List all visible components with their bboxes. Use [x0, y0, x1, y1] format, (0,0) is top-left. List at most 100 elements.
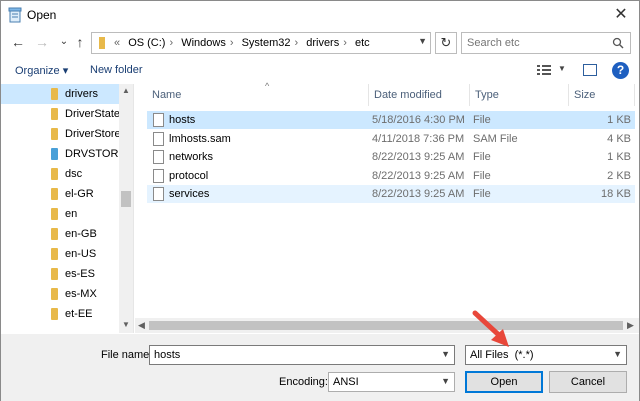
folder-icon: [51, 248, 58, 260]
cell-date: 8/22/2013 9:25 AM: [372, 151, 465, 163]
search-icon[interactable]: [612, 37, 624, 49]
nav-item-label: dsc: [65, 168, 83, 180]
file-icon: [153, 131, 164, 146]
scroll-thumb[interactable]: [121, 191, 131, 207]
address-bar[interactable]: « OS (C:) › Windows › System32 › drivers › e…: [91, 32, 431, 54]
forward-arrow-icon[interactable]: →: [33, 33, 51, 51]
breadcrumb-separator[interactable]: ›: [230, 37, 234, 49]
refresh-icon[interactable]: ↻: [435, 32, 457, 54]
chevron-down-icon[interactable]: ▼: [418, 36, 427, 46]
breadcrumb-separator[interactable]: ›: [294, 37, 298, 49]
nav-item-es-es[interactable]: es-ES: [1, 264, 119, 284]
chevron-down-icon[interactable]: ▼: [441, 376, 450, 386]
cell-date: 8/22/2013 9:25 AM: [372, 169, 465, 182]
breadcrumb-overflow[interactable]: «: [114, 37, 120, 49]
sort-ascending-icon: ^: [265, 81, 270, 91]
column-header-type[interactable]: Type: [470, 84, 569, 106]
breadcrumb-windows[interactable]: Windows: [181, 37, 226, 49]
nav-scrollbar[interactable]: ▲ ▼: [119, 84, 133, 333]
column-header-date[interactable]: Date modified: [369, 84, 470, 106]
scroll-up-icon[interactable]: ▲: [119, 86, 133, 95]
encoding-select[interactable]: ANSI ▼: [328, 372, 455, 392]
chevron-down-icon[interactable]: ▼: [613, 349, 622, 359]
column-header-size[interactable]: Size: [569, 84, 635, 106]
nav-item-driverstate[interactable]: DriverState: [1, 104, 121, 124]
folder-icon: [51, 128, 58, 140]
cell-type: File: [473, 151, 491, 163]
search-box[interactable]: [461, 32, 631, 54]
file-name-combobox[interactable]: ▼: [149, 345, 455, 365]
annotation-arrow-icon: [472, 310, 509, 347]
cell-size: 2 KB: [607, 169, 631, 182]
up-arrow-icon[interactable]: ↑: [71, 33, 89, 51]
scroll-thumb[interactable]: [149, 321, 623, 330]
nav-item-en-gb[interactable]: en-GB: [1, 224, 119, 244]
nav-item-label: es-ES: [65, 268, 95, 280]
breadcrumb-separator[interactable]: ›: [169, 37, 173, 49]
notepad-icon: [8, 7, 22, 23]
scroll-right-icon[interactable]: ▶: [627, 320, 634, 331]
nav-item-en[interactable]: en: [1, 204, 119, 224]
preview-pane-icon[interactable]: [583, 64, 597, 76]
folder-icon: [51, 208, 58, 220]
file-row-lmhosts-sam[interactable]: lmhosts.sam 4/11/2018 7:36 PM SAM File 4 KB: [147, 130, 635, 148]
search-input[interactable]: [467, 37, 607, 49]
cell-size: 18 KB: [601, 188, 631, 200]
cell-date: 5/18/2016 4:30 PM: [372, 114, 465, 126]
nav-item-dsc[interactable]: dsc: [1, 164, 119, 184]
nav-item-label: DriverState: [65, 108, 121, 120]
nav-item-drvstore[interactable]: DRVSTORE: [1, 144, 126, 164]
organize-button[interactable]: Organize ▾: [15, 64, 68, 77]
nav-item-label: DRVSTORE: [65, 148, 126, 160]
nav-item-et-ee[interactable]: et-EE: [1, 304, 119, 324]
cancel-button[interactable]: Cancel: [549, 371, 627, 393]
chevron-down-icon[interactable]: ▼: [441, 349, 450, 359]
nav-item-label: drivers: [65, 88, 99, 100]
open-button[interactable]: Open: [465, 371, 543, 393]
file-row-networks[interactable]: networks 8/22/2013 9:25 AM File 1 KB: [147, 148, 635, 166]
nav-item-el-gr[interactable]: el-GR: [1, 184, 119, 204]
help-icon[interactable]: ?: [612, 62, 629, 79]
close-icon[interactable]: ✕: [611, 5, 631, 25]
folder-icon: [51, 288, 58, 300]
nav-item-driverstore[interactable]: DriverStore: [1, 124, 121, 144]
scroll-left-icon[interactable]: ◀: [138, 320, 145, 331]
cell-name: protocol: [169, 169, 209, 182]
horizontal-scrollbar[interactable]: ◀ ▶: [135, 318, 639, 333]
breadcrumb: « OS (C:) › Windows › System32 › drivers › e…: [114, 37, 374, 49]
file-icon: [153, 168, 164, 183]
file-icon: [153, 187, 164, 201]
nav-item-label: en: [65, 208, 78, 220]
back-arrow-icon[interactable]: ←: [9, 33, 27, 51]
chevron-down-icon[interactable]: ▼: [558, 64, 566, 73]
breadcrumb-drive[interactable]: OS (C:): [128, 37, 165, 49]
folder-icon: [51, 228, 58, 240]
file-row-protocol[interactable]: protocol 8/22/2013 9:25 AM File 2 KB: [147, 167, 635, 185]
file-row-hosts[interactable]: hosts 5/18/2016 4:30 PM File 1 KB: [147, 111, 635, 129]
breadcrumb-drivers[interactable]: drivers: [306, 37, 339, 49]
new-folder-button[interactable]: New folder: [90, 64, 143, 76]
window-title: Open: [27, 8, 57, 22]
title-bar: Open ✕: [1, 1, 639, 29]
cell-size: 1 KB: [607, 114, 631, 126]
nav-item-drivers[interactable]: drivers: [1, 84, 119, 104]
folder-icon: [51, 88, 58, 100]
column-label: Name: [152, 89, 182, 101]
nav-item-label: es-MX: [65, 288, 97, 300]
file-row-services[interactable]: services 8/22/2013 9:25 AM File 18 KB: [147, 185, 635, 203]
encoding-value: ANSI: [333, 376, 359, 388]
nav-item-label: en-US: [65, 248, 97, 260]
nav-item-es-mx[interactable]: es-MX: [1, 284, 119, 304]
file-name-input[interactable]: [154, 349, 434, 361]
nav-item-en-us[interactable]: en-US: [1, 244, 119, 264]
column-header-name[interactable]: Name ^: [147, 81, 369, 106]
cell-date: 8/22/2013 9:25 AM: [372, 188, 465, 200]
breadcrumb-separator[interactable]: ›: [343, 37, 347, 49]
breadcrumb-etc[interactable]: etc: [355, 37, 370, 49]
view-options-icon[interactable]: [537, 64, 551, 76]
command-toolbar: Organize ▾ New folder ▼ ?: [1, 59, 639, 83]
navigation-pane: drivers DriverState DriverStore DRVSTORE dsc…: [1, 84, 134, 333]
dialog-footer: File name: ▼ All Files (*.*) ▼ Encoding:…: [1, 334, 639, 401]
scroll-down-icon[interactable]: ▼: [119, 320, 133, 329]
breadcrumb-system32[interactable]: System32: [242, 37, 291, 49]
